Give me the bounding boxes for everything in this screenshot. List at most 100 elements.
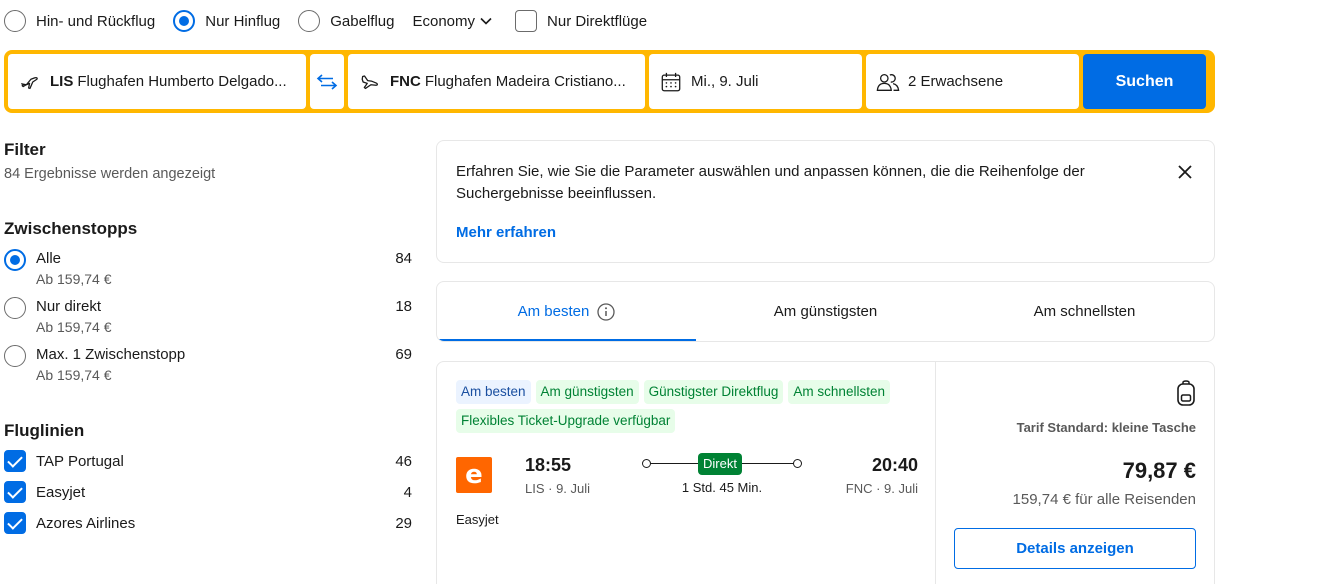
- departure-place: LIS · 9. Juli: [525, 481, 591, 496]
- badge-best: Am besten: [456, 380, 531, 404]
- destination-field[interactable]: FNC Flughafen Madeira Cristiano...: [348, 54, 645, 109]
- departure: 18:55 LIS · 9. Juli: [525, 455, 590, 496]
- airline-tap-label: TAP Portugal: [36, 452, 124, 470]
- stop-all-price: Ab 159,74 €: [36, 271, 112, 287]
- one-way-radio[interactable]: [173, 10, 196, 32]
- close-icon[interactable]: [1176, 163, 1194, 181]
- direct-only-label: Nur Direktflüge: [547, 12, 648, 30]
- passengers-value: 2 Erwachsene: [908, 73, 1004, 90]
- direct-only-checkbox[interactable]: [515, 10, 538, 32]
- chevron-down-icon: [480, 17, 492, 25]
- stop-option-max-one[interactable]: Max. 1 Zwischenstopp 69 Ab 159,74 €: [4, 345, 412, 383]
- info-icon[interactable]: [597, 302, 616, 321]
- plane-takeoff-icon: [18, 70, 42, 94]
- tab-best-label: Am besten: [517, 303, 590, 320]
- price-total: 159,74 € für alle Reisenden: [1012, 491, 1196, 508]
- trip-type-one-way[interactable]: Nur Hinflug: [173, 10, 280, 32]
- sort-tabs: Am besten Am günstigsten Am schnellsten: [436, 281, 1215, 342]
- price-per-person: 79,87 €: [1122, 458, 1196, 483]
- airline-easyjet-count: 4: [403, 483, 412, 501]
- backpack-icon: [1177, 380, 1195, 406]
- arrival: 20:40 FNC · 9. Juli: [846, 455, 918, 496]
- origin-name: Flughafen Humberto Delgado...: [77, 73, 287, 90]
- cabin-class-value: Economy: [412, 12, 476, 30]
- airline-logo: e: [456, 457, 492, 493]
- route-end-dot: [793, 459, 802, 468]
- learn-more-link[interactable]: Mehr erfahren: [456, 224, 556, 241]
- filter-sidebar: Filter 84 Ergebnisse werden angezeigt Zw…: [4, 140, 412, 534]
- trip-type-multi-city[interactable]: Gabelflug: [298, 10, 394, 32]
- stop-all-count: 84: [395, 250, 412, 267]
- tariff-label: Tarif Standard: kleine Tasche: [1016, 420, 1196, 435]
- stops-section-title: Zwischenstopps: [4, 219, 138, 238]
- results-count: 84 Ergebnisse werden angezeigt: [4, 166, 216, 182]
- stop-max-one-label: Max. 1 Zwischenstopp: [36, 346, 186, 363]
- stop-option-all[interactable]: Alle 84 Ab 159,74 €: [4, 249, 412, 287]
- ranking-info-text: Erfahren Sie, wie Sie die Parameter ausw…: [456, 163, 1085, 202]
- origin-code: LIS: [50, 73, 74, 90]
- tab-fastest[interactable]: Am schnellsten: [955, 282, 1214, 341]
- tab-best[interactable]: Am besten: [437, 282, 696, 341]
- route-timeline: Direkt 1 Std. 45 Min.: [642, 452, 802, 495]
- date-field[interactable]: Mi., 9. Juli: [649, 54, 862, 109]
- search-button[interactable]: Suchen: [1083, 54, 1206, 109]
- search-bar: LIS Flughafen Humberto Delgado... FNC Flug…: [4, 50, 1215, 113]
- badge-cheapest: Am günstigsten: [535, 380, 639, 404]
- tab-fastest-label: Am schnellsten: [1033, 303, 1136, 320]
- one-way-label: Nur Hinflug: [205, 12, 281, 30]
- airline-option-azores[interactable]: Azores Airlines 29: [4, 512, 412, 534]
- airlines-list: TAP Portugal 46 Easyjet 4 Azores Airline…: [4, 450, 412, 534]
- stop-all-radio[interactable]: [4, 249, 26, 271]
- route-start-dot: [642, 459, 651, 468]
- stop-direct-radio[interactable]: [4, 297, 26, 319]
- tab-cheapest[interactable]: Am günstigsten: [696, 282, 955, 341]
- stop-max-one-price: Ab 159,74 €: [36, 367, 112, 383]
- airline-tap-count: 46: [395, 452, 412, 470]
- stop-all-label: Alle: [36, 250, 62, 267]
- stop-max-one-radio[interactable]: [4, 345, 26, 367]
- badge-flexible-ticket: Flexibles Ticket-Upgrade verfügbar: [456, 409, 676, 433]
- stop-direct-price: Ab 159,74 €: [36, 319, 112, 335]
- round-trip-label: Hin- und Rückflug: [36, 12, 156, 30]
- airline-azores-checkbox[interactable]: [4, 512, 26, 534]
- airline-easyjet-label: Easyjet: [36, 483, 86, 501]
- airline-easyjet-checkbox[interactable]: [4, 481, 26, 503]
- stop-option-direct[interactable]: Nur direkt 18 Ab 159,74 €: [4, 297, 412, 335]
- badge-list: Am besten Am günstigsten Günstigster Dir…: [456, 380, 926, 433]
- badge-cheapest-direct: Günstigster Direktflug: [643, 380, 784, 404]
- trip-type-round-trip[interactable]: Hin- und Rückflug: [4, 10, 155, 32]
- date-value: Mi., 9. Juli: [691, 73, 759, 90]
- stops-list: Alle 84 Ab 159,74 € Nur direkt 18 Ab 159…: [4, 249, 412, 383]
- stop-direct-count: 18: [395, 298, 412, 315]
- airline-tap-checkbox[interactable]: [4, 450, 26, 472]
- airline-azores-label: Azores Airlines: [36, 514, 136, 532]
- plane-landing-icon: [358, 70, 382, 94]
- multi-city-label: Gabelflug: [330, 12, 395, 30]
- airline-option-easyjet[interactable]: Easyjet 4: [4, 481, 412, 503]
- stop-direct-label: Nur direkt: [36, 298, 102, 315]
- swap-button[interactable]: [310, 54, 344, 109]
- flight-result-card: Am besten Am günstigsten Günstigster Dir…: [436, 361, 1215, 584]
- cabin-class-dropdown[interactable]: Economy: [412, 13, 493, 30]
- direct-only-option[interactable]: Nur Direktflüge: [515, 10, 647, 32]
- arrival-time: 20:40: [871, 455, 918, 475]
- stop-max-one-count: 69: [395, 346, 412, 363]
- trip-type-row: Hin- und Rückflug Nur Hinflug Gabelflug …: [4, 8, 647, 34]
- swap-arrows-icon: [316, 73, 338, 90]
- origin-field[interactable]: LIS Flughafen Humberto Delgado...: [8, 54, 306, 109]
- airline-option-tap[interactable]: TAP Portugal 46: [4, 450, 412, 472]
- filter-title: Filter: [4, 140, 46, 159]
- direct-badge: Direkt: [698, 453, 742, 475]
- arrival-place: FNC · 9. Juli: [845, 481, 918, 496]
- round-trip-radio[interactable]: [4, 10, 26, 32]
- airlines-section-title: Fluglinien: [4, 421, 85, 440]
- multi-city-radio[interactable]: [298, 10, 321, 32]
- flight-duration: 1 Std. 45 Min.: [681, 480, 763, 495]
- details-button[interactable]: Details anzeigen: [954, 528, 1196, 569]
- price-panel: Tarif Standard: kleine Tasche 79,87 € 15…: [936, 362, 1214, 584]
- badge-fastest: Am schnellsten: [788, 380, 890, 404]
- passengers-field[interactable]: 2 Erwachsene: [866, 54, 1079, 109]
- airline-azores-count: 29: [395, 514, 412, 532]
- flight-info: Am besten Am günstigsten Günstigster Dir…: [437, 362, 936, 584]
- people-icon: [876, 70, 900, 94]
